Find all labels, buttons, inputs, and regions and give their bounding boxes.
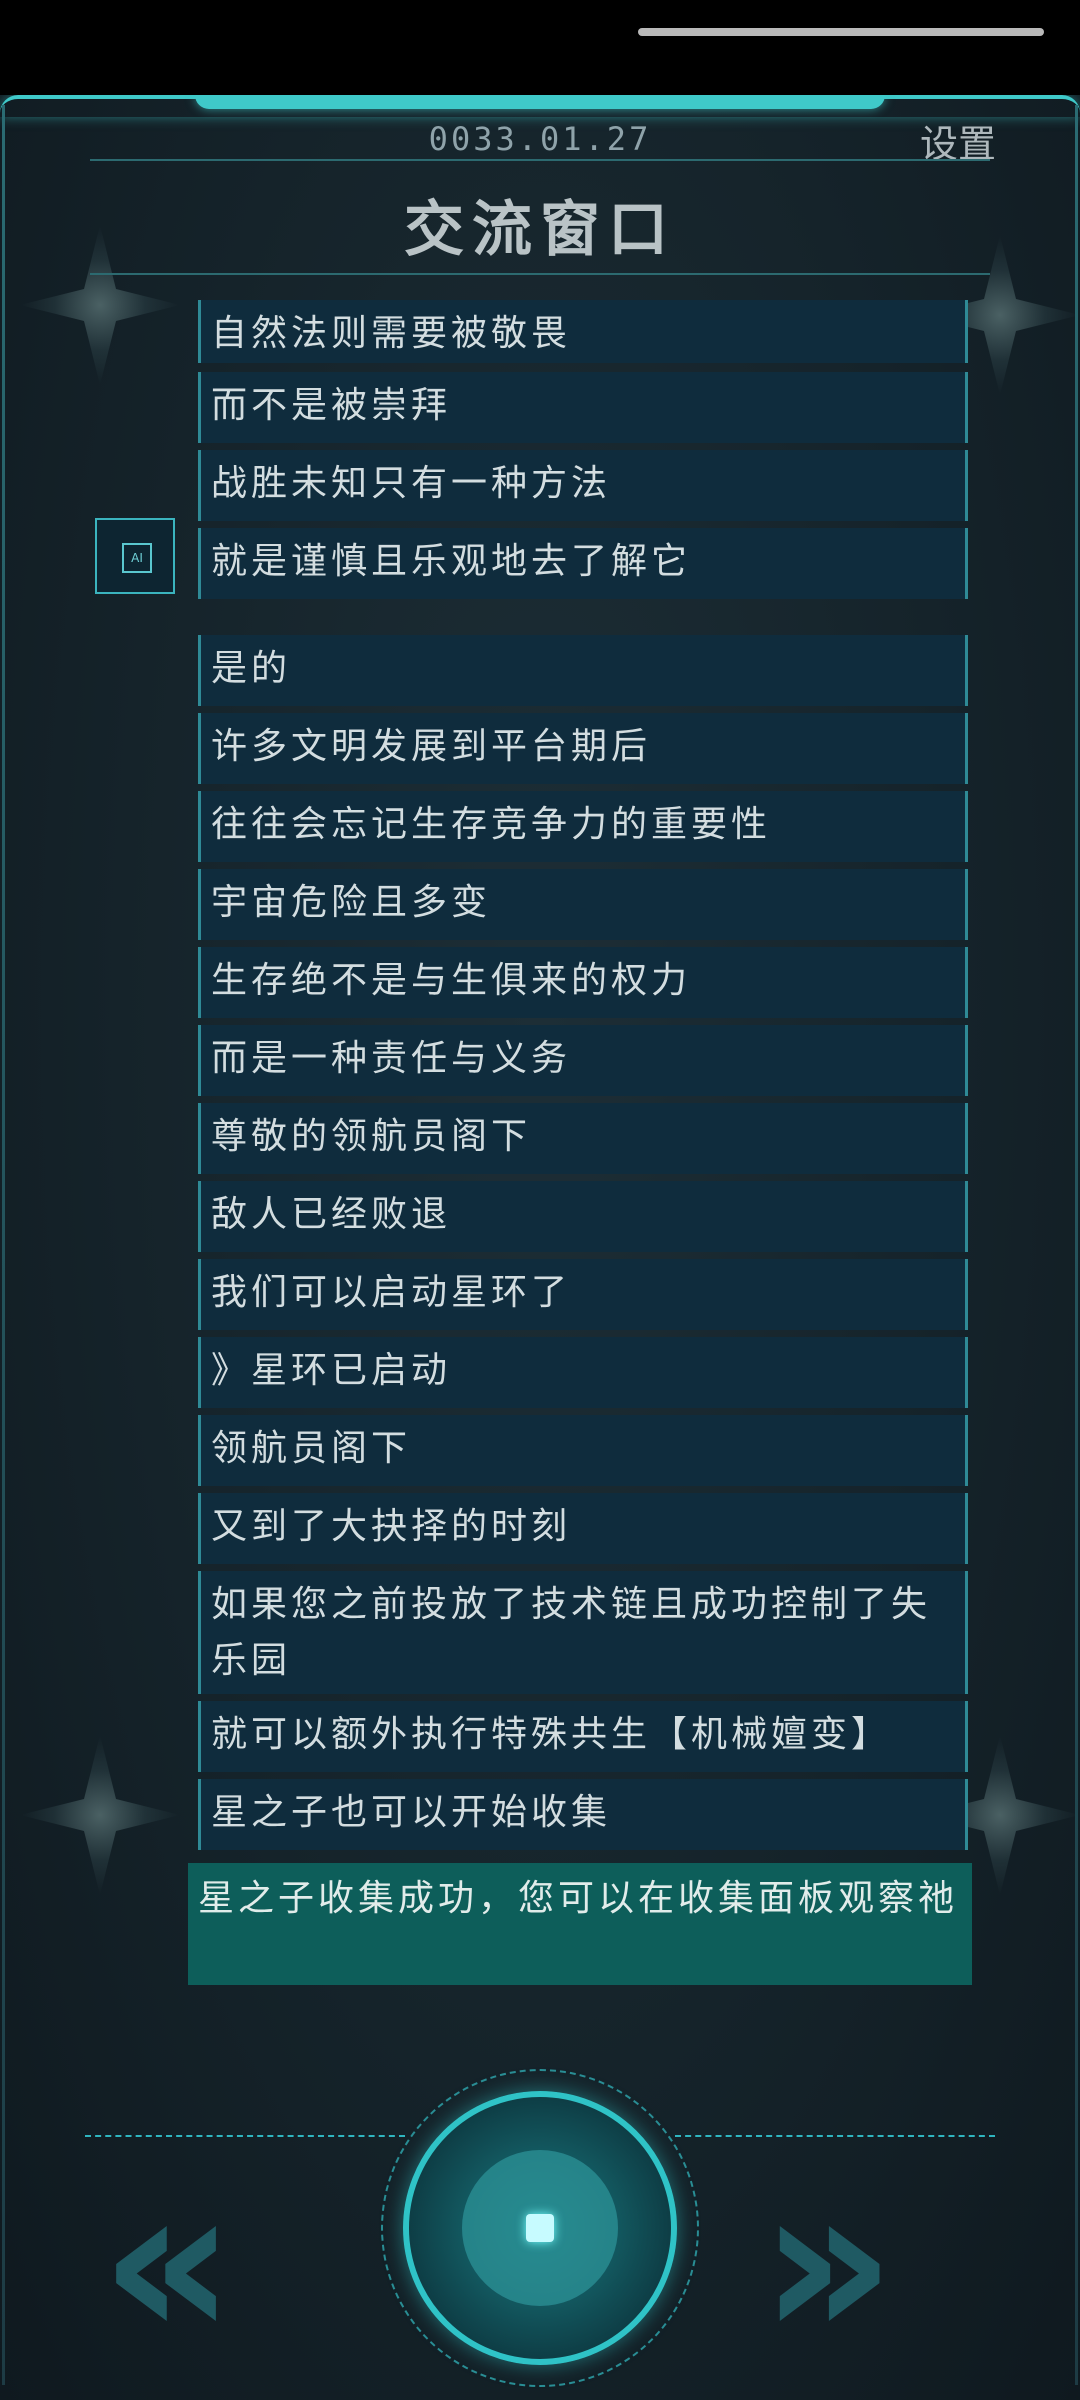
date-label: 0033.01.27	[428, 120, 652, 158]
header-divider-bottom	[90, 273, 990, 275]
message-line: 而不是被崇拜	[198, 372, 968, 443]
message-line: 而是一种责任与义务	[198, 1025, 968, 1096]
confirm-button[interactable]	[403, 2091, 677, 2365]
message-line: 就是谨慎且乐观地去了解它	[198, 528, 968, 599]
control-divider-right	[675, 2135, 995, 2137]
next-button[interactable]: »	[760, 2158, 896, 2368]
message-line: 》星环已启动	[198, 1337, 968, 1408]
message-line: 又到了大抉择的时刻	[198, 1493, 968, 1564]
message-line: 许多文明发展到平台期后	[198, 713, 968, 784]
chat-log[interactable]: 自然法则需要被敬畏 而不是被崇拜 战胜未知只有一种方法 就是谨慎且乐观地去了解它…	[0, 300, 1080, 2115]
message-line: 敌人已经败退	[198, 1181, 968, 1252]
message-line: 尊敬的领航员阁下	[198, 1103, 968, 1174]
message-line: 如果您之前投放了技术链且成功控制了失乐园	[198, 1571, 968, 1694]
header-divider-top	[90, 159, 990, 161]
page-title: 交流窗口	[404, 195, 676, 265]
prev-button[interactable]: «	[100, 2158, 236, 2368]
app-window: 0033.01.27 设置 交流窗口 AI 自然法则需要被敬畏 而不是被崇拜 战…	[0, 95, 1080, 2400]
message-line: 是的	[198, 635, 968, 706]
message-line: 就可以额外执行特殊共生【机械嬗变】	[198, 1701, 968, 1772]
message-line: 往往会忘记生存竞争力的重要性	[198, 791, 968, 862]
control-divider-left	[85, 2135, 405, 2137]
status-bar	[0, 0, 1080, 95]
gesture-pill	[638, 28, 1044, 36]
message-line: 星之子也可以开始收集	[198, 1779, 968, 1850]
message-line: 生存绝不是与生俱来的权力	[198, 947, 968, 1018]
stop-icon	[526, 2214, 554, 2242]
message-line: 领航员阁下	[198, 1415, 968, 1486]
message-line: 自然法则需要被敬畏	[198, 300, 968, 363]
frame-top-bar	[195, 95, 885, 109]
message-line: 战胜未知只有一种方法	[198, 450, 968, 521]
message-highlight: 星之子收集成功，您可以在收集面板观察祂	[188, 1863, 972, 1985]
message-line: 我们可以启动星环了	[198, 1259, 968, 1330]
message-line: 宇宙危险且多变	[198, 869, 968, 940]
